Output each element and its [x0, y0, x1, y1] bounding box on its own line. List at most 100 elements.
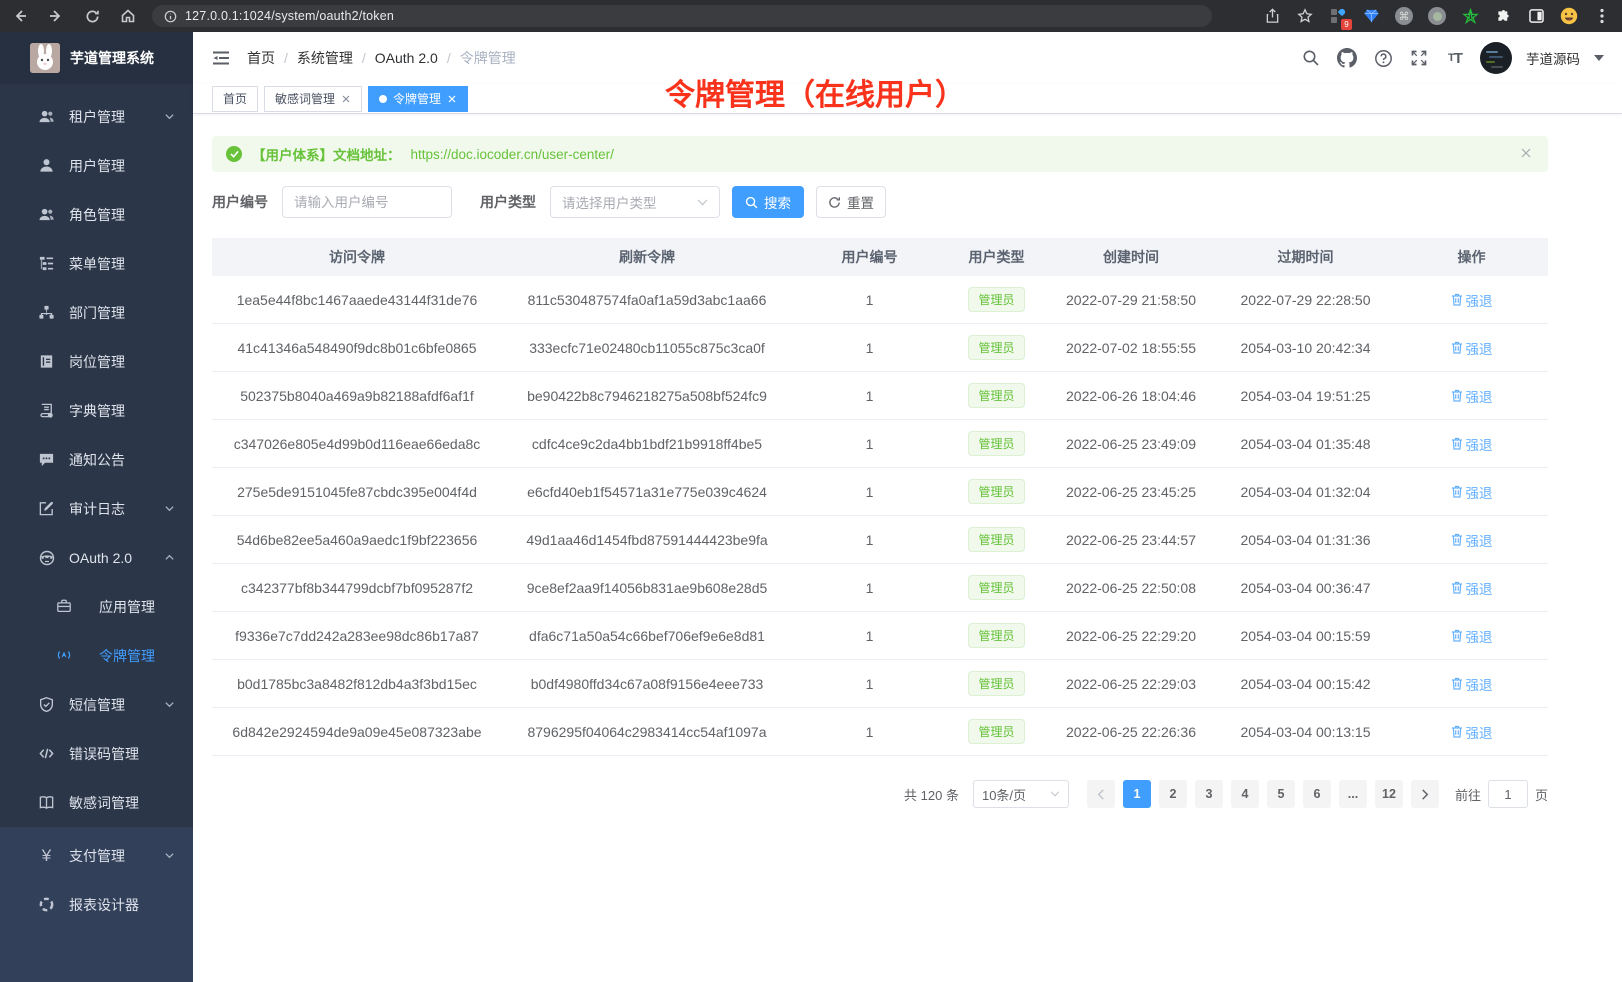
browser-home-icon[interactable] [118, 6, 138, 26]
bookmark-star-icon[interactable] [1295, 6, 1315, 26]
puzzle-extensions-icon[interactable] [1493, 6, 1513, 26]
breadcrumb-system[interactable]: 系统管理 [297, 48, 353, 68]
table-row: 6d842e2924594de9a09e45e087323abe 8796295… [212, 708, 1548, 756]
fullscreen-icon[interactable] [1408, 47, 1430, 69]
users-icon [38, 206, 55, 223]
caret-down-icon[interactable] [1594, 55, 1604, 62]
message-icon [38, 451, 55, 468]
table-row: 54d6be82ee5a460a9aedc1f9bf223656 49d1aa4… [212, 516, 1548, 564]
goto-page-input[interactable] [1488, 780, 1528, 808]
recorder-extension-icon[interactable] [1427, 6, 1447, 26]
sidebar-item-errorcode[interactable]: 错误码管理 [0, 729, 193, 778]
close-icon[interactable] [447, 94, 457, 104]
sidebar-item-pay[interactable]: ¥ 支付管理 [0, 831, 193, 880]
sidebar-item-post[interactable]: 岗位管理 [0, 337, 193, 386]
id-badge-icon [38, 353, 55, 370]
browser-reload-icon[interactable] [82, 6, 102, 26]
user-name[interactable]: 芋道源码 [1526, 48, 1580, 68]
breadcrumb-current: 令牌管理 [460, 48, 516, 68]
force-logout-button[interactable]: 强退 [1451, 338, 1493, 358]
page-unit-label: 页 [1535, 785, 1548, 804]
sidebar-item-tenant[interactable]: 租户管理 [0, 92, 193, 141]
force-logout-button[interactable]: 强退 [1451, 626, 1493, 646]
browser-back-icon[interactable] [10, 6, 30, 26]
command-extension-icon[interactable]: ⌘ [1394, 6, 1414, 26]
sidebar-item-notice[interactable]: 通知公告 [0, 435, 193, 484]
force-logout-button[interactable]: 强退 [1451, 674, 1493, 694]
browser-address-bar[interactable]: 127.0.0.1:1024/system/oauth2/token [152, 5, 1212, 27]
sidebar-item-role[interactable]: 角色管理 [0, 190, 193, 239]
next-page-button[interactable] [1411, 780, 1439, 808]
force-logout-button[interactable]: 强退 [1451, 482, 1493, 502]
tag-token[interactable]: 令牌管理 [368, 86, 468, 112]
help-icon[interactable] [1372, 47, 1394, 69]
page-button[interactable]: 6 [1303, 780, 1331, 808]
force-logout-button[interactable]: 强退 [1451, 434, 1493, 454]
sidebar-item-oauth[interactable]: OAuth 2.0 [0, 533, 193, 582]
user-type-badge: 管理员 [968, 383, 1024, 408]
chevron-down-icon [164, 503, 175, 514]
force-logout-button[interactable]: 强退 [1451, 578, 1493, 598]
sidebar-item-user[interactable]: 用户管理 [0, 141, 193, 190]
gem-extension-icon[interactable] [1361, 6, 1381, 26]
sidebar-item-menu[interactable]: 菜单管理 [0, 239, 193, 288]
search-button[interactable]: 搜索 [732, 186, 804, 218]
sidebar-item-oauth-app[interactable]: 应用管理 [0, 582, 193, 631]
sidebar-item-sensitive-word[interactable]: 敏感词管理 [0, 778, 193, 827]
share-icon[interactable] [1262, 6, 1282, 26]
sidebar-item-audit-log[interactable]: 审计日志 [0, 484, 193, 533]
page-button[interactable]: 4 [1231, 780, 1259, 808]
search-icon[interactable] [1300, 47, 1322, 69]
force-logout-button[interactable]: 强退 [1451, 290, 1493, 310]
table-header-row: 访问令牌 刷新令牌 用户编号 用户类型 创建时间 过期时间 操作 [212, 238, 1548, 276]
edit-log-icon [38, 500, 55, 517]
page-button[interactable]: 2 [1159, 780, 1187, 808]
browser-menu-icon[interactable] [1592, 6, 1612, 26]
font-size-icon[interactable]: TT [1444, 47, 1466, 69]
user-type-select[interactable]: 请选择用户类型 [550, 186, 720, 218]
sidebar-item-sms[interactable]: 短信管理 [0, 680, 193, 729]
alert-doc-link[interactable]: https://doc.iocoder.cn/user-center/ [411, 147, 614, 162]
breadcrumb: 首页 / 系统管理 / OAuth 2.0 / 令牌管理 [247, 48, 516, 68]
emoji-profile-icon[interactable] [1559, 6, 1579, 26]
page-button[interactable]: 3 [1195, 780, 1223, 808]
page-size-select[interactable]: 10条/页 [973, 780, 1069, 808]
force-logout-button[interactable]: 强退 [1451, 386, 1493, 406]
github-icon[interactable] [1336, 47, 1358, 69]
reset-button[interactable]: 重置 [816, 186, 886, 218]
split-view-icon[interactable] [1526, 6, 1546, 26]
collapse-sidebar-icon[interactable] [211, 48, 231, 68]
prev-page-button[interactable] [1087, 780, 1115, 808]
robot-icon [38, 549, 55, 566]
browser-forward-icon[interactable] [46, 6, 66, 26]
sidebar-item-dict[interactable]: 字典管理 [0, 386, 193, 435]
page-content: 【用户体系】文档地址： https://doc.iocoder.cn/user-… [212, 114, 1548, 808]
user-id-input[interactable] [282, 186, 452, 218]
password-extension-icon[interactable]: 9 [1328, 6, 1348, 26]
site-info-icon[interactable] [164, 10, 177, 23]
more-pages-button[interactable]: ... [1339, 780, 1367, 808]
sidebar-item-report-designer[interactable]: 报表设计器 [0, 880, 193, 929]
green-star-extension-icon[interactable] [1460, 6, 1480, 26]
app-logo-row[interactable]: 芋道管理系统 [0, 32, 193, 84]
force-logout-button[interactable]: 强退 [1451, 530, 1493, 550]
table-row: 1ea5e44f8bc1467aaede43144f31de76 811c530… [212, 276, 1548, 324]
user-avatar[interactable] [1480, 42, 1512, 74]
close-icon[interactable] [341, 94, 351, 104]
sidebar-item-dept[interactable]: 部门管理 [0, 288, 193, 337]
org-chart-icon [38, 304, 55, 321]
table-row: c347026e805e4d99b0d116eae66eda8c cdfc4ce… [212, 420, 1548, 468]
page-button[interactable]: 12 [1375, 780, 1403, 808]
force-logout-button[interactable]: 强退 [1451, 722, 1493, 742]
sidebar-item-oauth-token[interactable]: 令牌管理 [0, 631, 193, 680]
breadcrumb-home[interactable]: 首页 [247, 48, 275, 68]
pagination: 共 120 条 10条/页 1 2 3 4 5 6 ... 12 前往 页 [212, 780, 1548, 808]
tag-sensitive-word[interactable]: 敏感词管理 [264, 86, 362, 112]
page-button[interactable]: 5 [1267, 780, 1295, 808]
close-icon[interactable] [1520, 147, 1534, 161]
dictionary-book-icon [38, 402, 55, 419]
sidebar-menu: 租户管理 用户管理 角色管理 菜单管理 部门管理 岗位管理 [0, 84, 193, 827]
tag-home[interactable]: 首页 [212, 86, 258, 112]
page-button[interactable]: 1 [1123, 780, 1151, 808]
breadcrumb-oauth[interactable]: OAuth 2.0 [375, 50, 438, 66]
